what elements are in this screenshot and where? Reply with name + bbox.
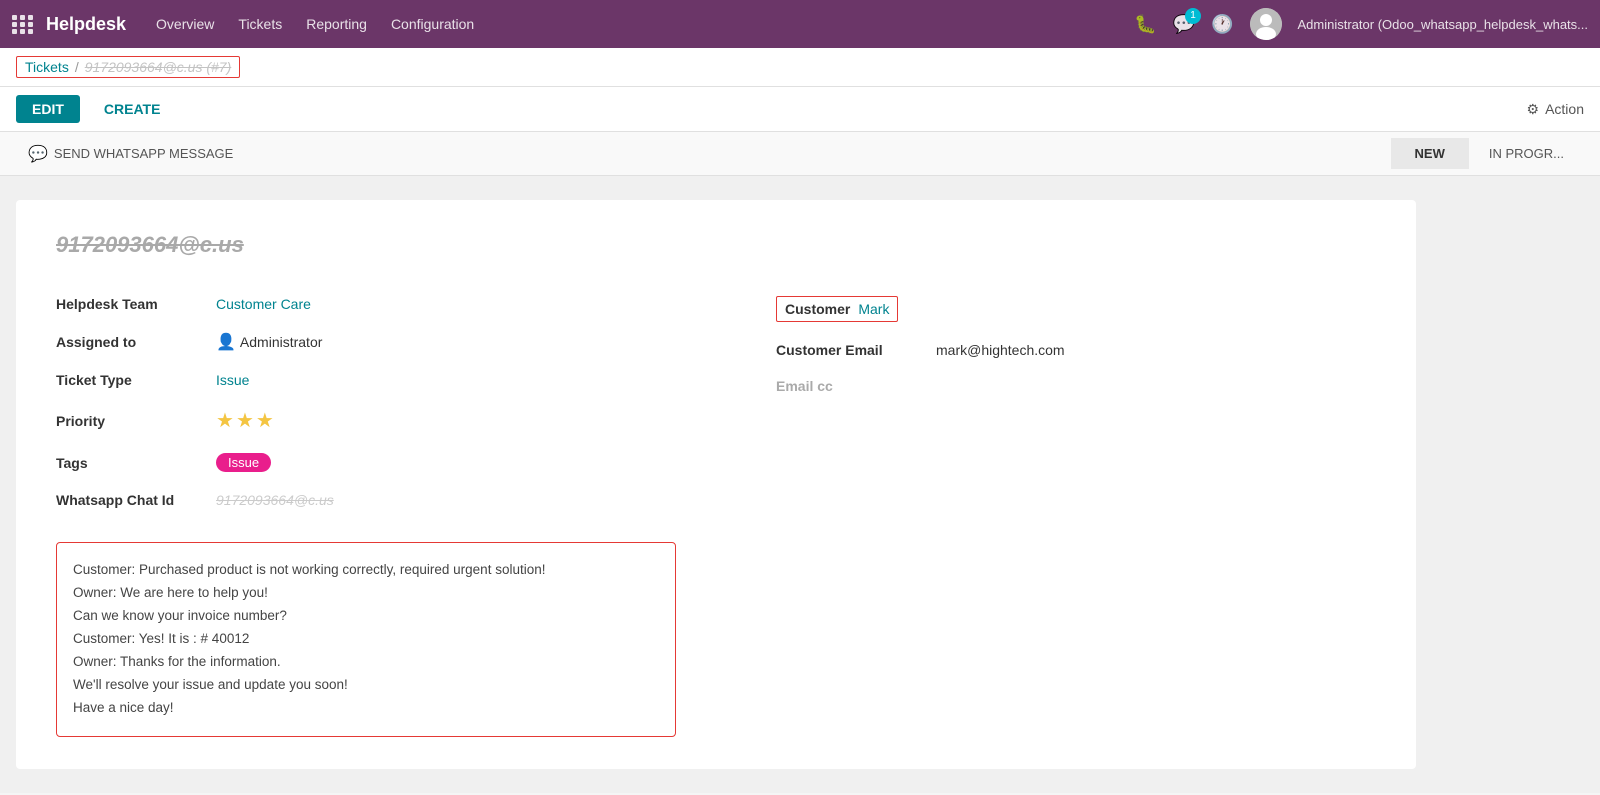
star-2[interactable]: ★ (236, 408, 254, 433)
action-button[interactable]: ⚙ Action (1527, 101, 1584, 118)
ticket-right-col: Customer Mark Customer Email mark@highte… (716, 286, 1376, 518)
action-label: Action (1545, 101, 1584, 117)
chat-box: Customer: Purchased product is not worki… (56, 542, 676, 737)
ticket-card: 9172093664@c.us Helpdesk Team Customer C… (16, 200, 1416, 769)
helpdesk-team-value[interactable]: Customer Care (216, 296, 311, 312)
email-cc-row: Email cc (776, 368, 1376, 404)
grid-menu-icon[interactable] (12, 15, 34, 34)
customer-row: Customer Mark (776, 286, 1376, 332)
user-avatar[interactable] (1250, 8, 1282, 40)
chat-line-6: We'll resolve your issue and update you … (73, 674, 659, 697)
assigned-value: Administrator (240, 334, 322, 350)
nav-right: 🐛 💬 1 🕐 Administrator (Odoo_whatsapp_hel… (1134, 8, 1588, 40)
whatsapp-row: Whatsapp Chat Id 9172093664@c.us (56, 482, 716, 518)
customer-label: Customer (785, 301, 850, 317)
star-1[interactable]: ★ (216, 408, 234, 433)
chat-line-4: Customer: Yes! It is : # 40012 (73, 628, 659, 651)
app-logo: Helpdesk (46, 14, 126, 35)
nav-tickets[interactable]: Tickets (238, 12, 282, 36)
breadcrumb-separator: / (75, 59, 79, 75)
email-cc-label: Email cc (776, 378, 936, 394)
priority-stars[interactable]: ★ ★ ★ (216, 408, 274, 433)
nav-configuration[interactable]: Configuration (391, 12, 474, 36)
gear-icon: ⚙ (1527, 101, 1540, 118)
status-bar: 💬 SEND WHATSAPP MESSAGE NEW IN PROGR... (0, 132, 1600, 176)
whatsapp-id-value: 9172093664@c.us (216, 492, 334, 508)
edit-button[interactable]: EDIT (16, 95, 80, 123)
chat-line-3: Can we know your invoice number? (73, 605, 659, 628)
chat-line-1: Customer: Purchased product is not worki… (73, 559, 659, 582)
user-name: Administrator (Odoo_whatsapp_helpdesk_wh… (1298, 17, 1589, 32)
tag-badge[interactable]: Issue (216, 453, 271, 472)
person-icon: 👤 (216, 332, 236, 352)
customer-email-label: Customer Email (776, 342, 936, 358)
helpdesk-team-row: Helpdesk Team Customer Care (56, 286, 716, 322)
tags-label: Tags (56, 455, 216, 471)
ticket-type-label: Ticket Type (56, 372, 216, 388)
ticket-fields: Helpdesk Team Customer Care Assigned to … (56, 286, 1376, 518)
ticket-type-row: Ticket Type Issue (56, 362, 716, 398)
breadcrumb-box: Tickets / 9172093664@c.us (#7) (16, 56, 240, 78)
customer-field-box: Customer Mark (776, 296, 898, 322)
notification-badge: 1 (1185, 8, 1201, 24)
breadcrumb-bar: Tickets / 9172093664@c.us (#7) (0, 48, 1600, 87)
breadcrumb-tickets-link[interactable]: Tickets (25, 59, 69, 75)
ticket-type-value[interactable]: Issue (216, 372, 249, 388)
status-in-progress[interactable]: IN PROGR... (1469, 138, 1584, 169)
nav-links: Overview Tickets Reporting Configuration (156, 12, 1134, 36)
create-button[interactable]: CREATE (96, 95, 169, 123)
chat-line-7: Have a nice day! (73, 697, 659, 720)
send-whatsapp-button[interactable]: 💬 SEND WHATSAPP MESSAGE (16, 136, 245, 172)
customer-email-row: Customer Email mark@hightech.com (776, 332, 1376, 368)
whatsapp-id-label: Whatsapp Chat Id (56, 492, 216, 508)
top-navigation: Helpdesk Overview Tickets Reporting Conf… (0, 0, 1600, 48)
tags-row: Tags Issue (56, 443, 716, 482)
customer-value[interactable]: Mark (858, 301, 889, 317)
ticket-title: 9172093664@c.us (56, 232, 1376, 258)
chat-line-2: Owner: We are here to help you! (73, 582, 659, 605)
main-content: 9172093664@c.us Helpdesk Team Customer C… (0, 176, 1600, 793)
star-3[interactable]: ★ (256, 408, 274, 433)
action-bar: EDIT CREATE ⚙ Action (0, 87, 1600, 132)
ticket-left-col: Helpdesk Team Customer Care Assigned to … (56, 286, 716, 518)
priority-label: Priority (56, 413, 216, 429)
chat-icon[interactable]: 💬 1 (1173, 14, 1195, 35)
chat-line-5: Owner: Thanks for the information. (73, 651, 659, 674)
assigned-label: Assigned to (56, 334, 216, 350)
assigned-row: Assigned to 👤 Administrator (56, 322, 716, 362)
clock-icon[interactable]: 🕐 (1211, 14, 1233, 35)
priority-row: Priority ★ ★ ★ (56, 398, 716, 443)
nav-reporting[interactable]: Reporting (306, 12, 367, 36)
nav-overview[interactable]: Overview (156, 12, 214, 36)
whatsapp-btn-label: SEND WHATSAPP MESSAGE (54, 146, 233, 161)
bug-icon[interactable]: 🐛 (1134, 14, 1156, 35)
helpdesk-team-label: Helpdesk Team (56, 296, 216, 312)
breadcrumb-current-page: 9172093664@c.us (#7) (85, 59, 232, 75)
customer-email-value: mark@hightech.com (936, 342, 1065, 358)
status-new[interactable]: NEW (1391, 138, 1469, 169)
whatsapp-icon: 💬 (28, 144, 48, 164)
